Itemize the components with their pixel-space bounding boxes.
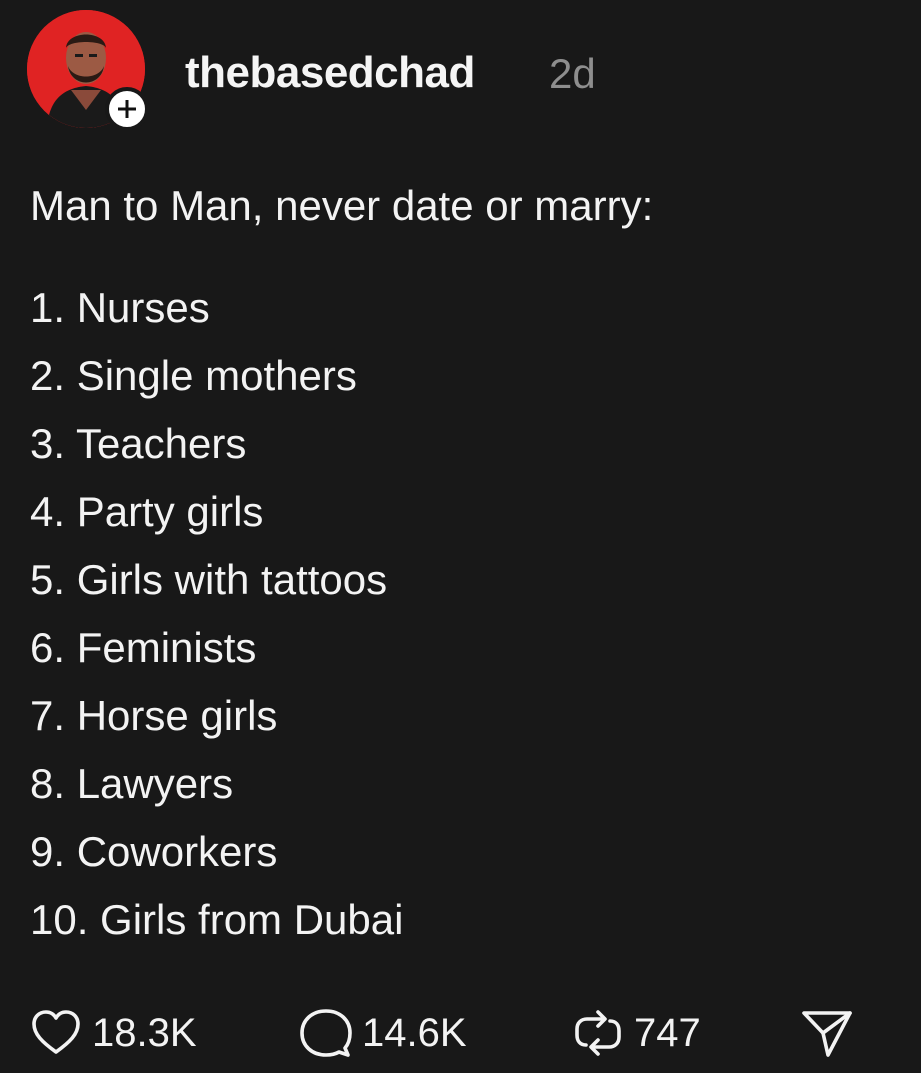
like-count: 18.3K [92, 1010, 197, 1055]
repost-count: 747 [634, 1010, 701, 1055]
post-intro-text: Man to Man, never date or marry: [30, 182, 654, 229]
send-icon [802, 1011, 852, 1057]
list-item: 10. Girls from Dubai [30, 896, 404, 943]
share-button[interactable] [800, 998, 854, 1068]
post-timestamp: 2d [549, 50, 596, 97]
list-item: 7. Horse girls [30, 692, 278, 739]
plus-icon [118, 100, 136, 118]
follow-button[interactable] [105, 87, 149, 131]
post-header: thebasedchad 2d [27, 10, 887, 131]
reply-button[interactable]: 14.6K [300, 998, 467, 1068]
reply-count: 14.6K [362, 1010, 467, 1055]
list-item: 4. Party girls [30, 488, 264, 535]
post-body: Man to Man, never date or marry: 1. Nurs… [30, 172, 890, 954]
list-item: 9. Coworkers [30, 828, 278, 875]
list-item: 8. Lawyers [30, 760, 234, 807]
post-card: thebasedchad 2d Man to Man, never date o… [0, 0, 921, 1073]
list-item: 5. Girls with tattoos [30, 556, 388, 603]
list-item: 1. Nurses [30, 284, 210, 331]
username-link[interactable]: thebasedchad [185, 48, 475, 98]
repost-button[interactable]: 747 [572, 998, 701, 1068]
heart-icon [32, 1010, 80, 1054]
repost-icon [575, 1010, 621, 1056]
list-item: 6. Feminists [30, 624, 257, 671]
post-actions: 18.3K 14.6K 747 [30, 998, 890, 1068]
like-button[interactable]: 18.3K [30, 998, 197, 1068]
list-item: 3. Teachers [30, 420, 247, 467]
list-item: 2. Single mothers [30, 352, 357, 399]
comment-icon [300, 1009, 352, 1057]
